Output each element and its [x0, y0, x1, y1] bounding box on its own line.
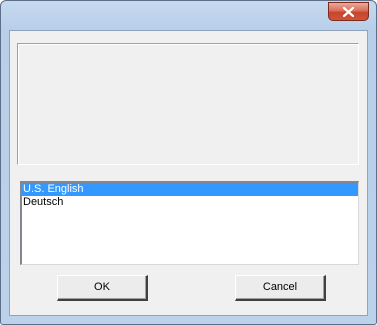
title-bar[interactable]	[1, 1, 376, 29]
close-button[interactable]	[328, 2, 369, 21]
language-list[interactable]: U.S. English Deutsch	[20, 181, 359, 265]
preview-panel	[17, 43, 359, 165]
list-item[interactable]: Deutsch	[22, 196, 358, 209]
dialog-window: U.S. English Deutsch OK Cancel	[0, 0, 377, 325]
ok-button[interactable]: OK	[57, 275, 148, 301]
close-icon	[343, 6, 354, 17]
cancel-button[interactable]: Cancel	[235, 275, 326, 301]
dialog-body: U.S. English Deutsch OK Cancel	[9, 30, 368, 316]
list-item[interactable]: U.S. English	[22, 183, 358, 196]
